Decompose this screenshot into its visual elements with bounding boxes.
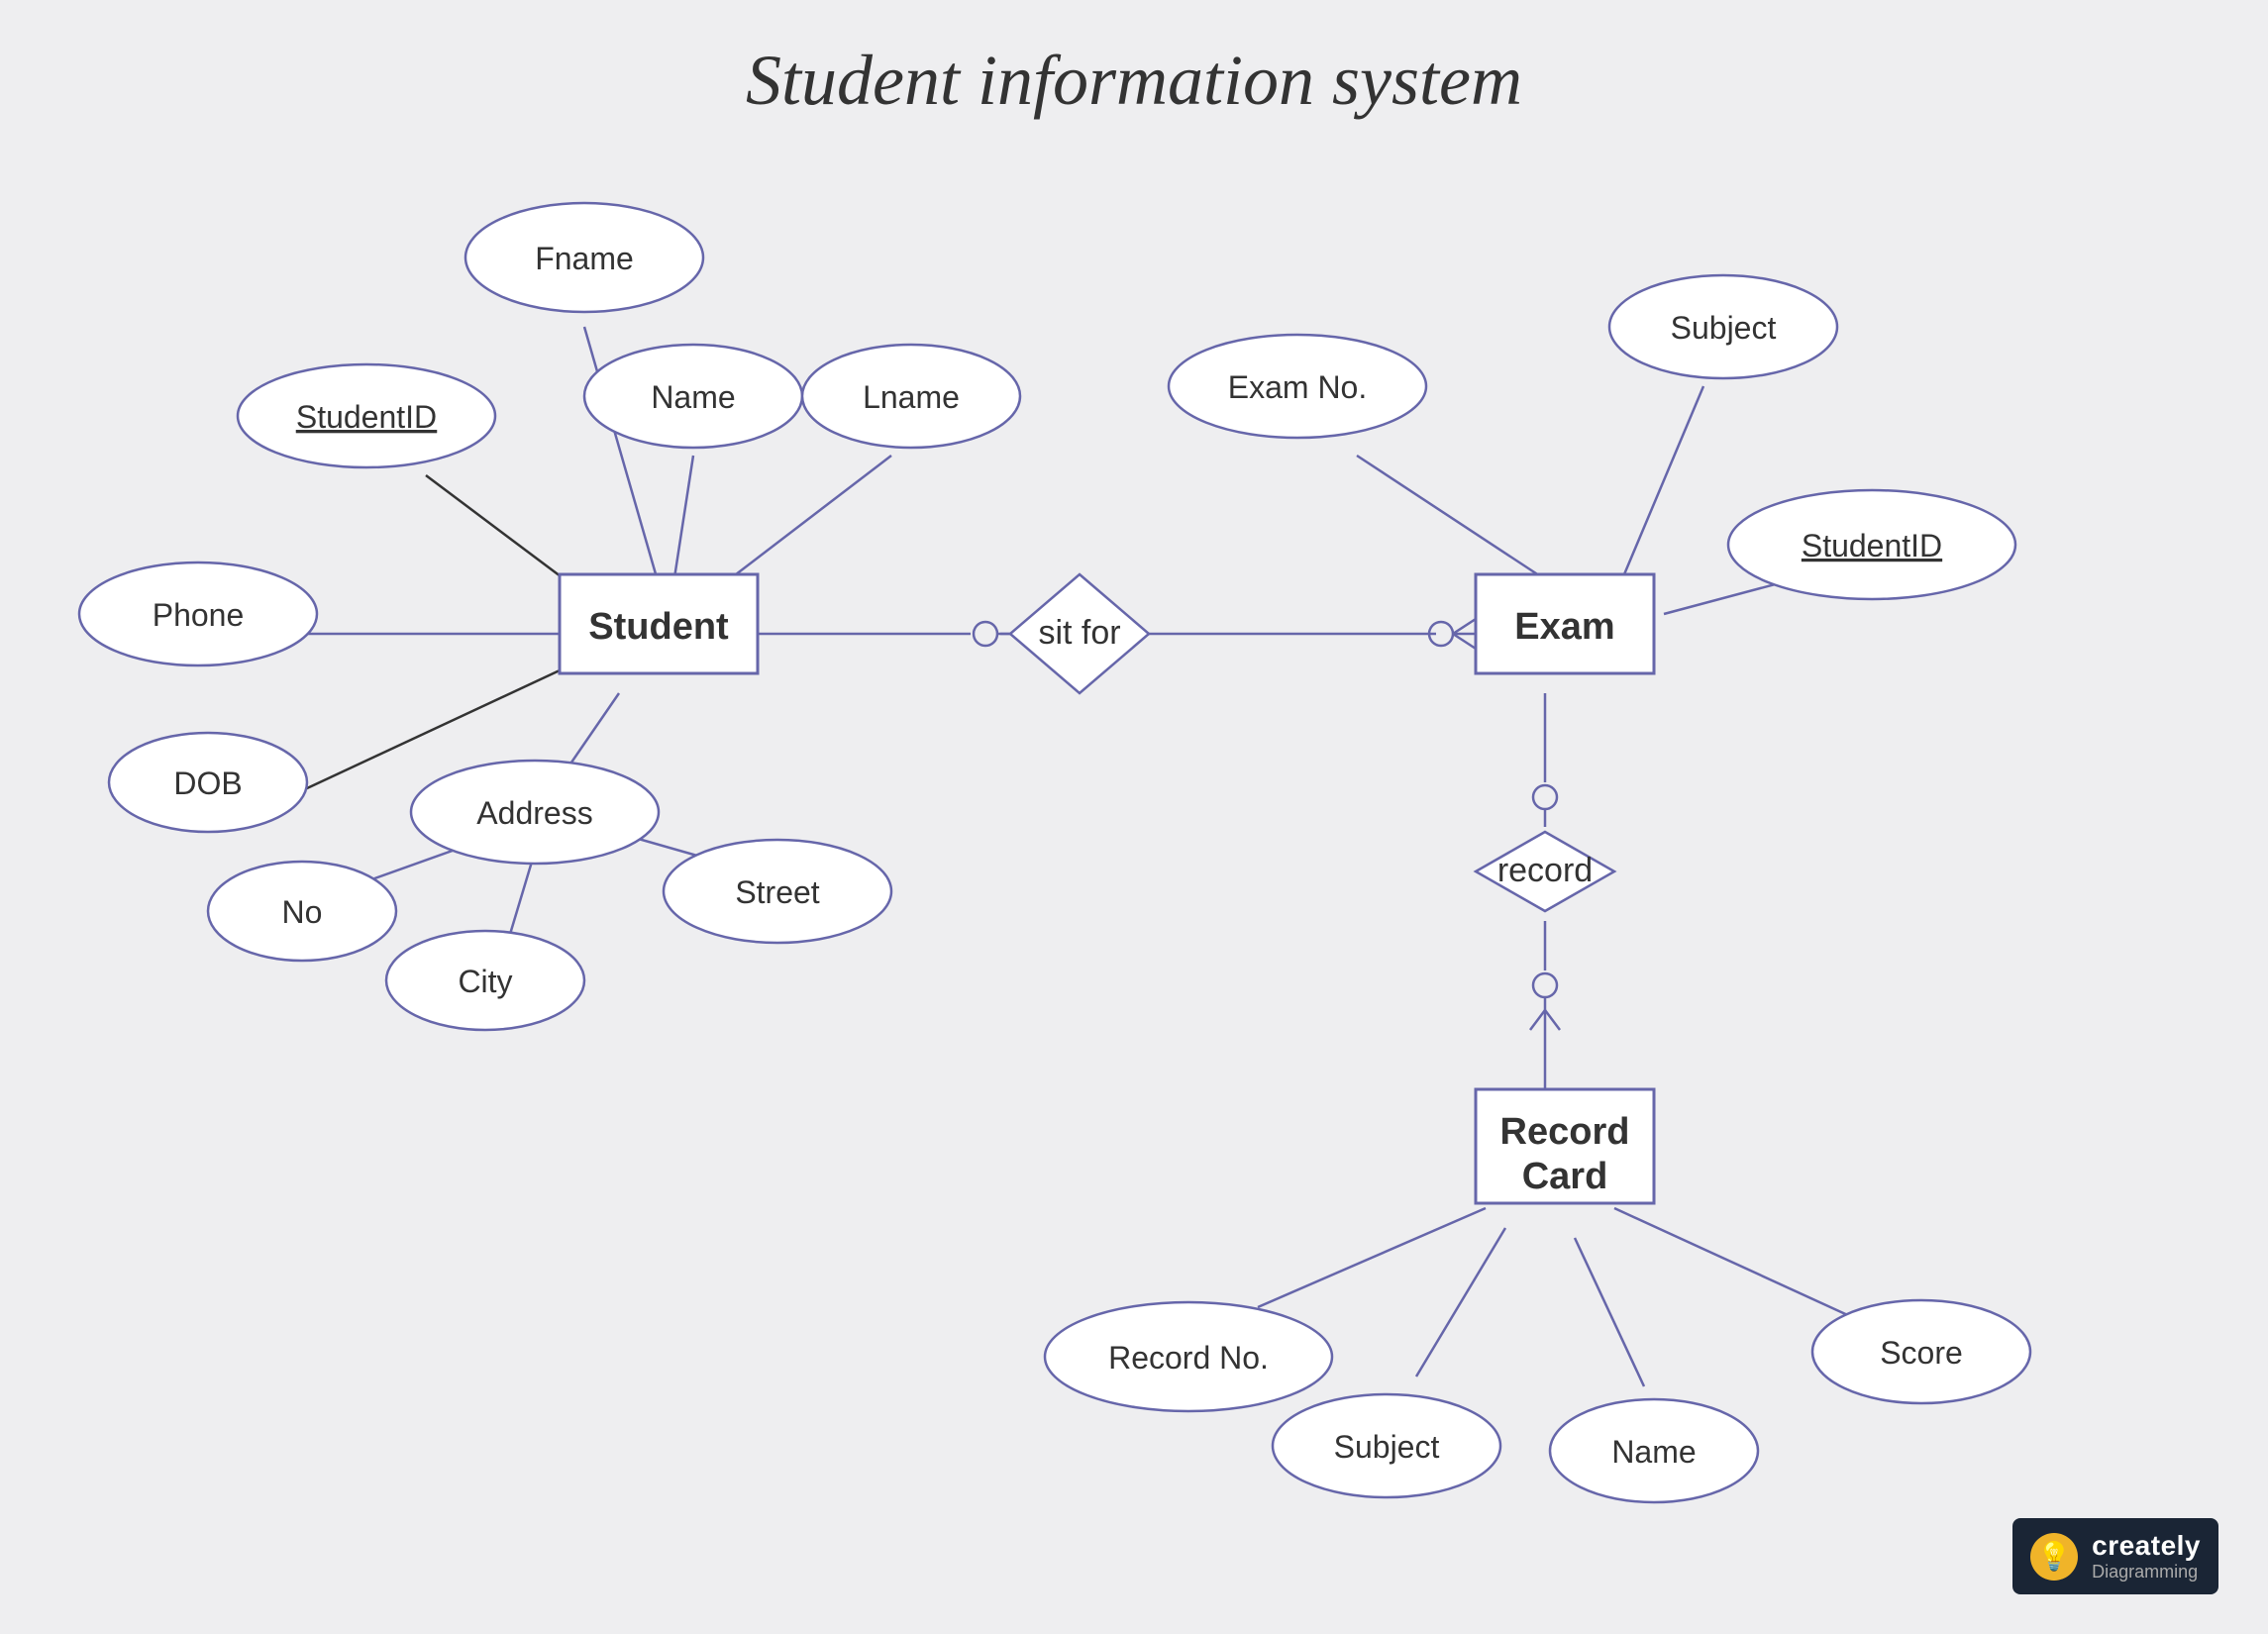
attr-lname-label: Lname xyxy=(863,379,960,415)
attr-examno-label: Exam No. xyxy=(1228,369,1367,405)
logo-text: creately Diagramming xyxy=(2092,1530,2201,1583)
rel-record-label: record xyxy=(1497,852,1593,889)
attr-phone-label: Phone xyxy=(153,597,245,633)
creately-logo: 💡 creately Diagramming xyxy=(2012,1518,2218,1594)
attr-studentid2-label: StudentID xyxy=(1802,528,1942,563)
entity-recordcard-label1: Record xyxy=(1500,1111,1630,1153)
attr-dob-label: DOB xyxy=(173,766,242,801)
entity-exam-label: Exam xyxy=(1514,606,1614,648)
attr-street-label: Street xyxy=(735,874,819,910)
entity-student-label: Student xyxy=(588,606,729,648)
attr-score-label: Score xyxy=(1880,1335,1963,1371)
attr-city-label: City xyxy=(458,964,512,999)
attr-subject2-label: Subject xyxy=(1334,1429,1440,1465)
attr-recordno-label: Record No. xyxy=(1108,1340,1269,1376)
attr-no-label: No xyxy=(282,894,323,930)
creately-tagline: Diagramming xyxy=(2092,1562,2201,1583)
attr-subject1-label: Subject xyxy=(1671,310,1777,346)
creately-name: creately xyxy=(2092,1530,2201,1562)
attr-name-label: Name xyxy=(651,379,735,415)
attr-name2-label: Name xyxy=(1611,1434,1696,1470)
entity-recordcard-label2: Card xyxy=(1522,1156,1608,1197)
attr-fname-label: Fname xyxy=(535,241,634,276)
er-diagram: Student Exam Record Card sit for record … xyxy=(0,0,2268,1634)
attr-studentid-label: StudentID xyxy=(296,399,437,435)
rel-sitfor-label: sit for xyxy=(1038,614,1120,652)
bulb-icon: 💡 xyxy=(2030,1533,2078,1581)
attr-address-label: Address xyxy=(476,795,592,831)
